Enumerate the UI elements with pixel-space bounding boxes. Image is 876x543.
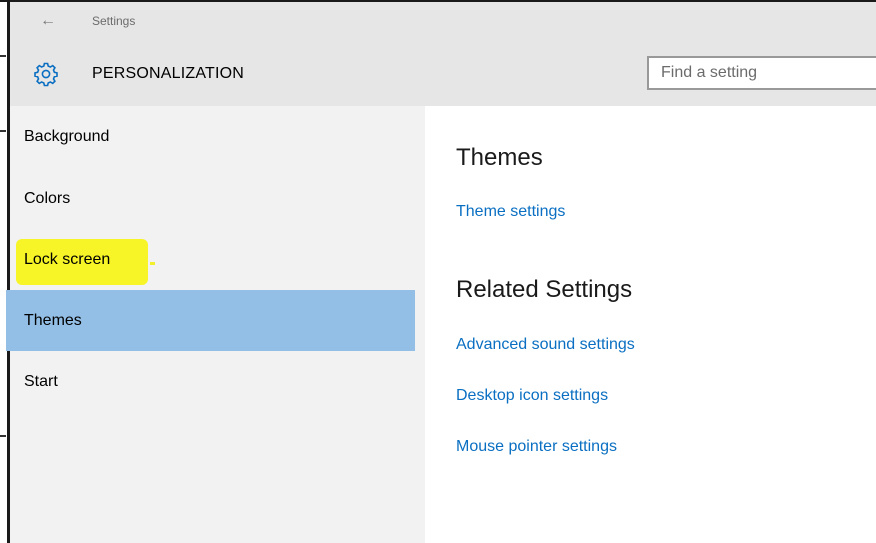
sidebar-item-label: Colors	[24, 190, 71, 207]
window-title: Settings	[92, 14, 136, 28]
page-title: PERSONALIZATION	[92, 65, 245, 82]
mouse-pointer-settings-link[interactable]: Mouse pointer settings	[456, 438, 617, 456]
edge-stub	[0, 435, 6, 437]
back-button[interactable]: ←	[36, 11, 60, 31]
back-arrow-icon: ←	[40, 12, 56, 29]
sidebar-item-themes[interactable]: Themes	[6, 290, 415, 351]
sidebar-item-label: Background	[24, 128, 110, 145]
search-box[interactable]	[647, 56, 876, 90]
sidebar-item-start[interactable]: Start	[6, 351, 415, 412]
title-bar: ← Settings	[10, 2, 876, 40]
related-settings-heading: Related Settings	[456, 276, 633, 303]
desktop-icon-settings-link[interactable]: Desktop icon settings	[456, 387, 608, 405]
page-header: PERSONALIZATION	[10, 40, 876, 106]
sidebar-item-label: Themes	[24, 312, 82, 329]
sidebar-item-background[interactable]: Background	[6, 106, 415, 167]
search-input[interactable]	[649, 58, 876, 88]
sidebar-item-lock-screen[interactable]: Lock screen	[6, 229, 415, 290]
advanced-sound-settings-link[interactable]: Advanced sound settings	[456, 336, 635, 354]
content-pane: Themes Theme settings Related Settings A…	[425, 106, 876, 543]
sidebar-item-colors[interactable]: Colors	[6, 168, 415, 229]
sidebar-item-label: Lock screen	[24, 251, 111, 268]
settings-window: ← Settings PERSONALIZATION Background Co…	[0, 0, 876, 543]
gear-icon	[34, 62, 58, 87]
theme-settings-link[interactable]: Theme settings	[456, 203, 565, 221]
sidebar-item-label: Start	[24, 373, 58, 390]
edge-stub	[0, 55, 6, 57]
themes-heading: Themes	[456, 144, 543, 171]
